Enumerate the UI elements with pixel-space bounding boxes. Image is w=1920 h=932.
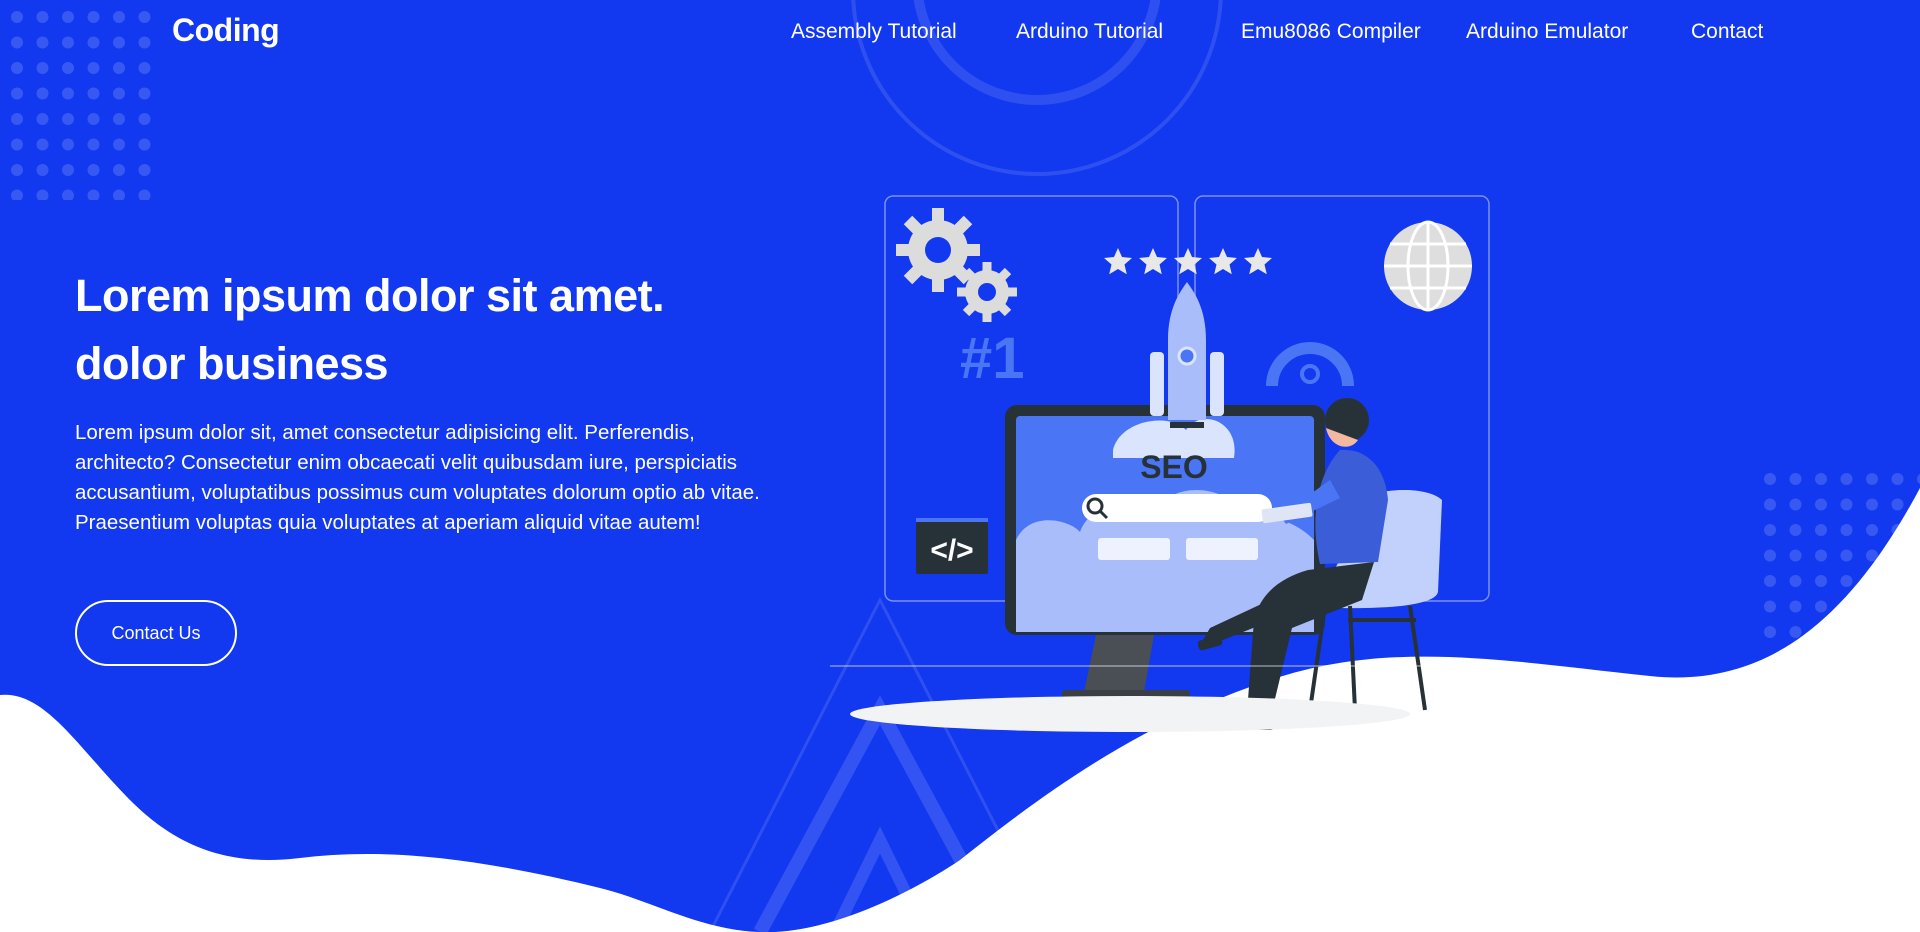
search-bar [1082, 494, 1272, 522]
nav-link-arduino-emulator[interactable]: Arduino Emulator [1466, 20, 1628, 44]
contact-us-button[interactable]: Contact Us [75, 600, 237, 666]
code-icon: </> [930, 534, 973, 567]
star-rating [1104, 248, 1272, 275]
gear-icon [896, 208, 1017, 322]
rocket-icon [1150, 282, 1224, 428]
ground-shadow [850, 696, 1410, 732]
hero-description: Lorem ipsum dolor sit, amet consectetur … [75, 421, 760, 534]
hero-title: Lorem ipsum dolor sit amet. dolor busine… [75, 262, 665, 398]
globe-icon [1384, 220, 1472, 312]
hero-title-line-1: Lorem ipsum dolor sit amet. [75, 270, 665, 321]
star-icon [1104, 248, 1132, 275]
rank-label: #1 [960, 326, 1025, 391]
star-icon [1139, 248, 1167, 275]
hero-title-line-2: dolor business [75, 338, 389, 389]
nav-link-contact[interactable]: Contact [1691, 20, 1763, 44]
seo-label-overlay: SEO [1140, 449, 1208, 485]
nav-link-emu8086-compiler[interactable]: Emu8086 Compiler [1241, 20, 1421, 44]
decor-dots-right [1763, 472, 1920, 642]
nav-link-arduino-tutorial[interactable]: Arduino Tutorial [1016, 20, 1163, 44]
star-icon [1244, 248, 1272, 275]
seo-illustration: #1 </> SEO SEO [830, 195, 1490, 732]
gauge-icon [1266, 342, 1354, 387]
star-icon [1209, 248, 1237, 275]
main-nav: Assembly Tutorial Arduino Tutorial Emu80… [0, 20, 1920, 50]
nav-link-assembly-tutorial[interactable]: Assembly Tutorial [791, 20, 957, 44]
